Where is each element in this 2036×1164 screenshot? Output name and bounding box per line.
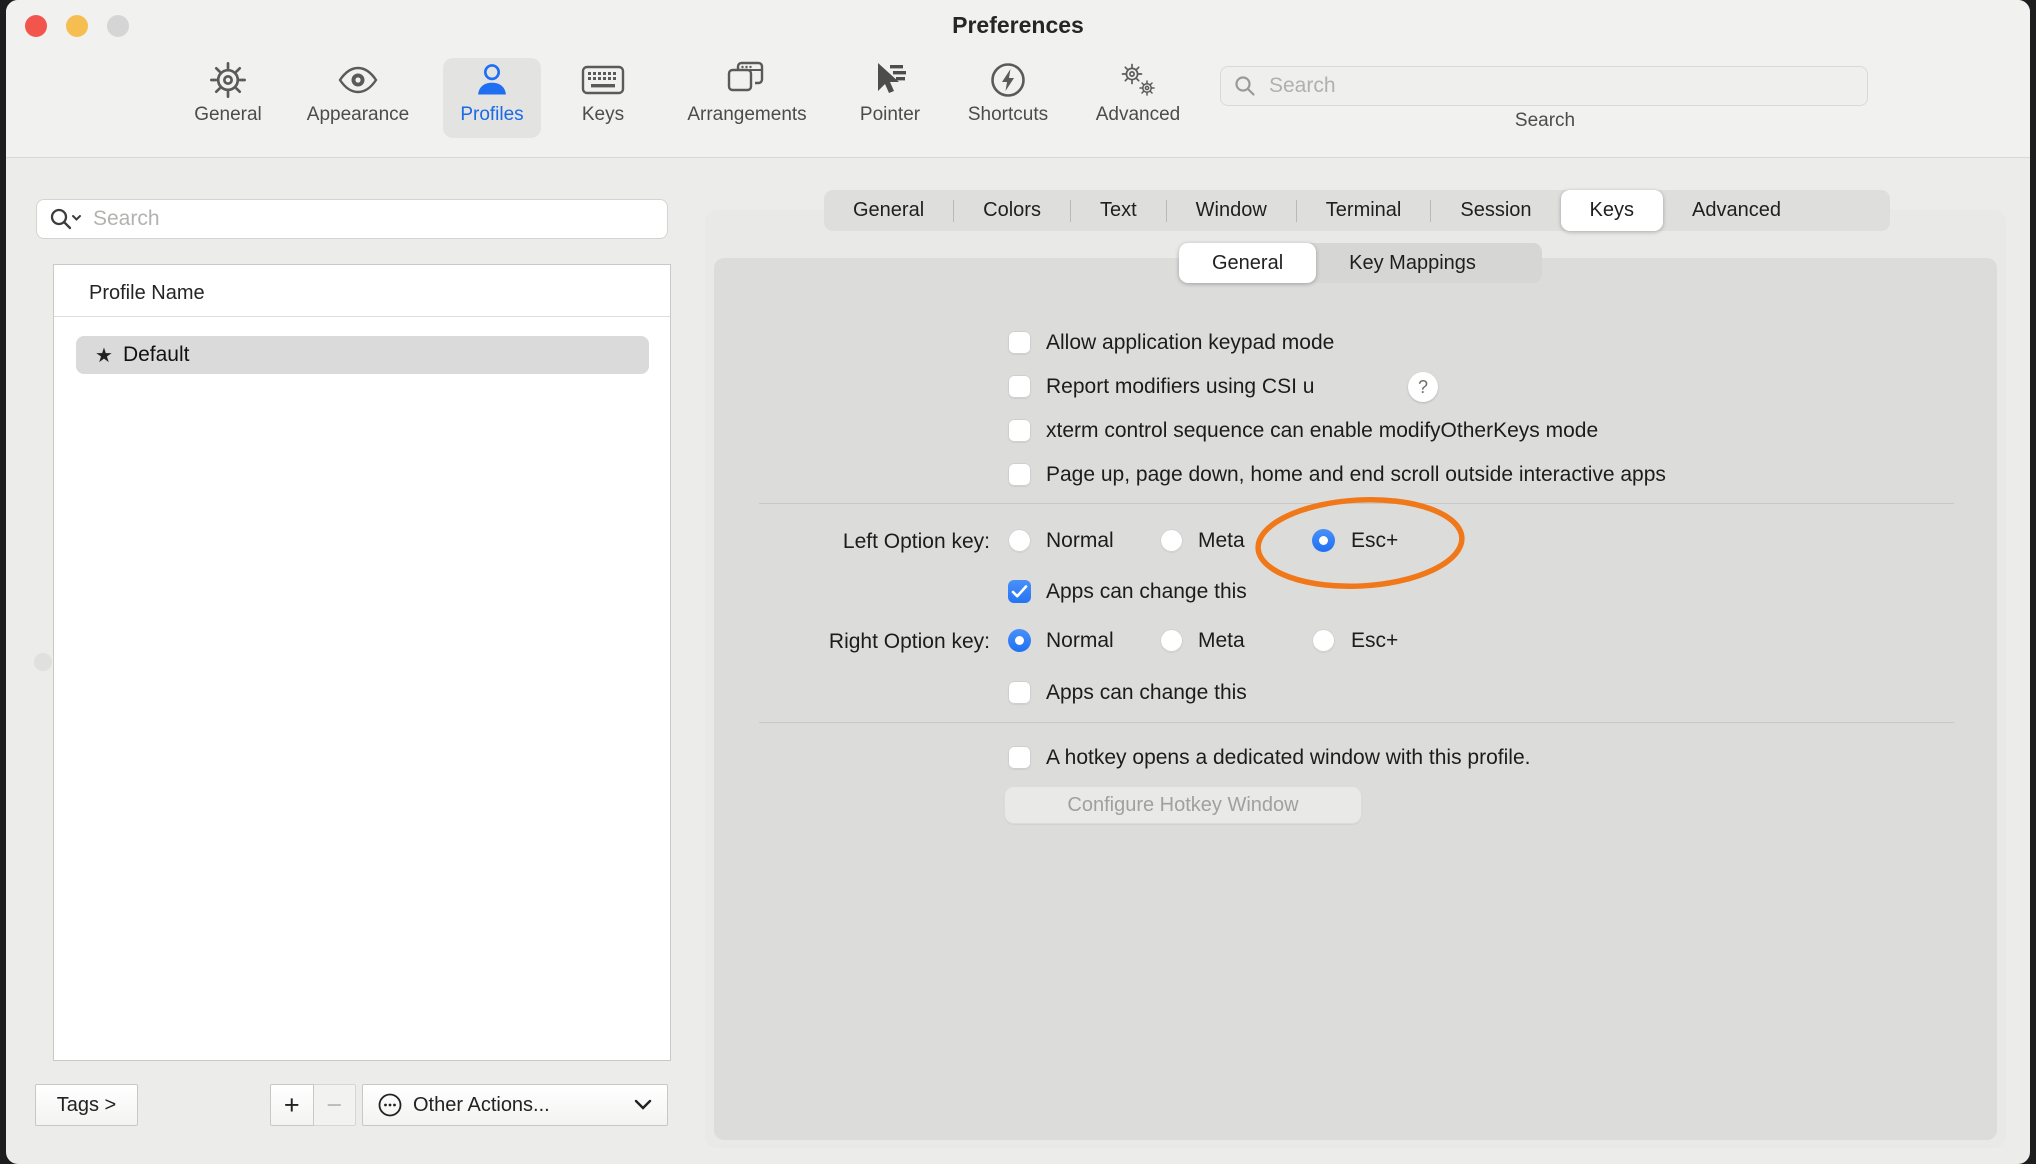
keys-subtab-bar: General Key Mappings	[1179, 243, 1542, 283]
preferences-window: Preferences General Appearance	[6, 0, 2030, 1164]
checkbox-scroll-outside-apps[interactable]	[1008, 463, 1031, 486]
radio-right-option-normal[interactable]	[1008, 629, 1031, 652]
checkbox-label: Apps can change this	[1046, 580, 1247, 604]
gears-icon	[1116, 58, 1160, 102]
window-title: Preferences	[6, 12, 2030, 39]
toolbar-search-label: Search	[1445, 110, 1645, 132]
radio-label: Normal	[1046, 629, 1114, 653]
tab-general[interactable]: General	[824, 190, 953, 231]
checkbox-label: Page up, page down, home and end scroll …	[1046, 463, 1666, 487]
titlebar: Preferences General Appearance	[6, 0, 2030, 158]
profile-list: Profile Name ★ Default	[53, 264, 671, 1061]
remove-profile-button[interactable]: −	[314, 1084, 357, 1126]
profile-search-input[interactable]	[91, 206, 657, 232]
right-option-key-label: Right Option key:	[706, 630, 990, 654]
toolbar-item-appearance[interactable]: Appearance	[298, 58, 418, 138]
person-icon	[473, 58, 511, 102]
help-button[interactable]: ?	[1408, 372, 1438, 402]
add-profile-button[interactable]: +	[270, 1084, 314, 1126]
tab-session[interactable]: Session	[1431, 190, 1560, 231]
toolbar-item-pointer[interactable]: Pointer	[849, 58, 931, 138]
toolbar-search-input[interactable]	[1267, 73, 1855, 99]
profile-name: Default	[123, 343, 190, 367]
bolt-circle-icon	[989, 58, 1027, 102]
toolbar-item-shortcuts[interactable]: Shortcuts	[956, 58, 1060, 138]
splitter-handle[interactable]	[34, 653, 52, 671]
profile-tab-bar: General Colors Text Window Terminal Sess…	[824, 190, 1890, 231]
toolbar-item-general[interactable]: General	[174, 58, 282, 138]
keyboard-icon	[581, 58, 625, 102]
checkbox-label: Report modifiers using CSI u	[1046, 375, 1314, 399]
profile-list-header: Profile Name	[89, 282, 205, 305]
add-remove-group: + −	[270, 1084, 356, 1126]
checkbox-right-apps-can-change[interactable]	[1008, 681, 1031, 704]
toolbar-item-profiles[interactable]: Profiles	[443, 58, 541, 138]
radio-label: Esc+	[1351, 629, 1398, 653]
configure-hotkey-window-button: Configure Hotkey Window	[1004, 786, 1362, 824]
tab-terminal[interactable]: Terminal	[1297, 190, 1431, 231]
keys-settings-content	[714, 258, 1997, 1140]
tags-button[interactable]: Tags >	[35, 1084, 138, 1126]
checkbox-csi-u[interactable]	[1008, 375, 1031, 398]
tab-text[interactable]: Text	[1071, 190, 1166, 231]
toolbar-item-arrangements[interactable]: Arrangements	[669, 58, 825, 138]
radio-left-option-meta[interactable]	[1160, 529, 1183, 552]
radio-left-option-esc[interactable]	[1312, 529, 1335, 552]
checkbox-modify-other-keys[interactable]	[1008, 419, 1031, 442]
windows-icon	[726, 58, 768, 102]
checkbox-label: A hotkey opens a dedicated window with t…	[1046, 746, 1530, 770]
checkbox-label: Apps can change this	[1046, 681, 1247, 705]
divider	[759, 722, 1954, 723]
divider	[759, 503, 1954, 504]
checkbox-left-apps-can-change[interactable]	[1008, 580, 1031, 603]
checkbox-hotkey-window[interactable]	[1008, 746, 1031, 769]
left-option-key-label: Left Option key:	[706, 530, 990, 554]
search-menu-icon	[47, 206, 83, 232]
gear-icon	[209, 58, 247, 102]
tab-window[interactable]: Window	[1167, 190, 1296, 231]
checkbox-keypad-mode[interactable]	[1008, 331, 1031, 354]
search-icon	[1233, 74, 1257, 98]
tab-keys[interactable]: Keys	[1561, 190, 1663, 231]
radio-label: Normal	[1046, 529, 1114, 553]
radio-label: Meta	[1198, 529, 1245, 553]
toolbar-item-keys[interactable]: Keys	[566, 58, 640, 138]
checkbox-label: xterm control sequence can enable modify…	[1046, 419, 1598, 443]
radio-right-option-esc[interactable]	[1312, 629, 1335, 652]
eye-icon	[336, 58, 380, 102]
tab-advanced[interactable]: Advanced	[1663, 190, 1810, 231]
profile-search-field[interactable]	[36, 199, 668, 239]
divider	[54, 316, 670, 317]
profile-row-default[interactable]: ★ Default	[76, 336, 649, 374]
toolbar-item-advanced[interactable]: Advanced	[1084, 58, 1192, 138]
subtab-general[interactable]: General	[1179, 243, 1316, 283]
cursor-icon	[870, 58, 910, 102]
subtab-key-mappings[interactable]: Key Mappings	[1316, 243, 1509, 283]
toolbar-search-field[interactable]	[1220, 66, 1868, 106]
checkbox-label: Allow application keypad mode	[1046, 331, 1334, 355]
ellipsis-circle-icon	[377, 1092, 403, 1118]
chevron-down-icon	[633, 1098, 653, 1112]
tab-colors[interactable]: Colors	[954, 190, 1070, 231]
radio-label: Meta	[1198, 629, 1245, 653]
other-actions-dropdown[interactable]: Other Actions...	[362, 1084, 668, 1126]
radio-label: Esc+	[1351, 529, 1398, 553]
radio-left-option-normal[interactable]	[1008, 529, 1031, 552]
radio-right-option-meta[interactable]	[1160, 629, 1183, 652]
star-icon: ★	[95, 343, 113, 368]
